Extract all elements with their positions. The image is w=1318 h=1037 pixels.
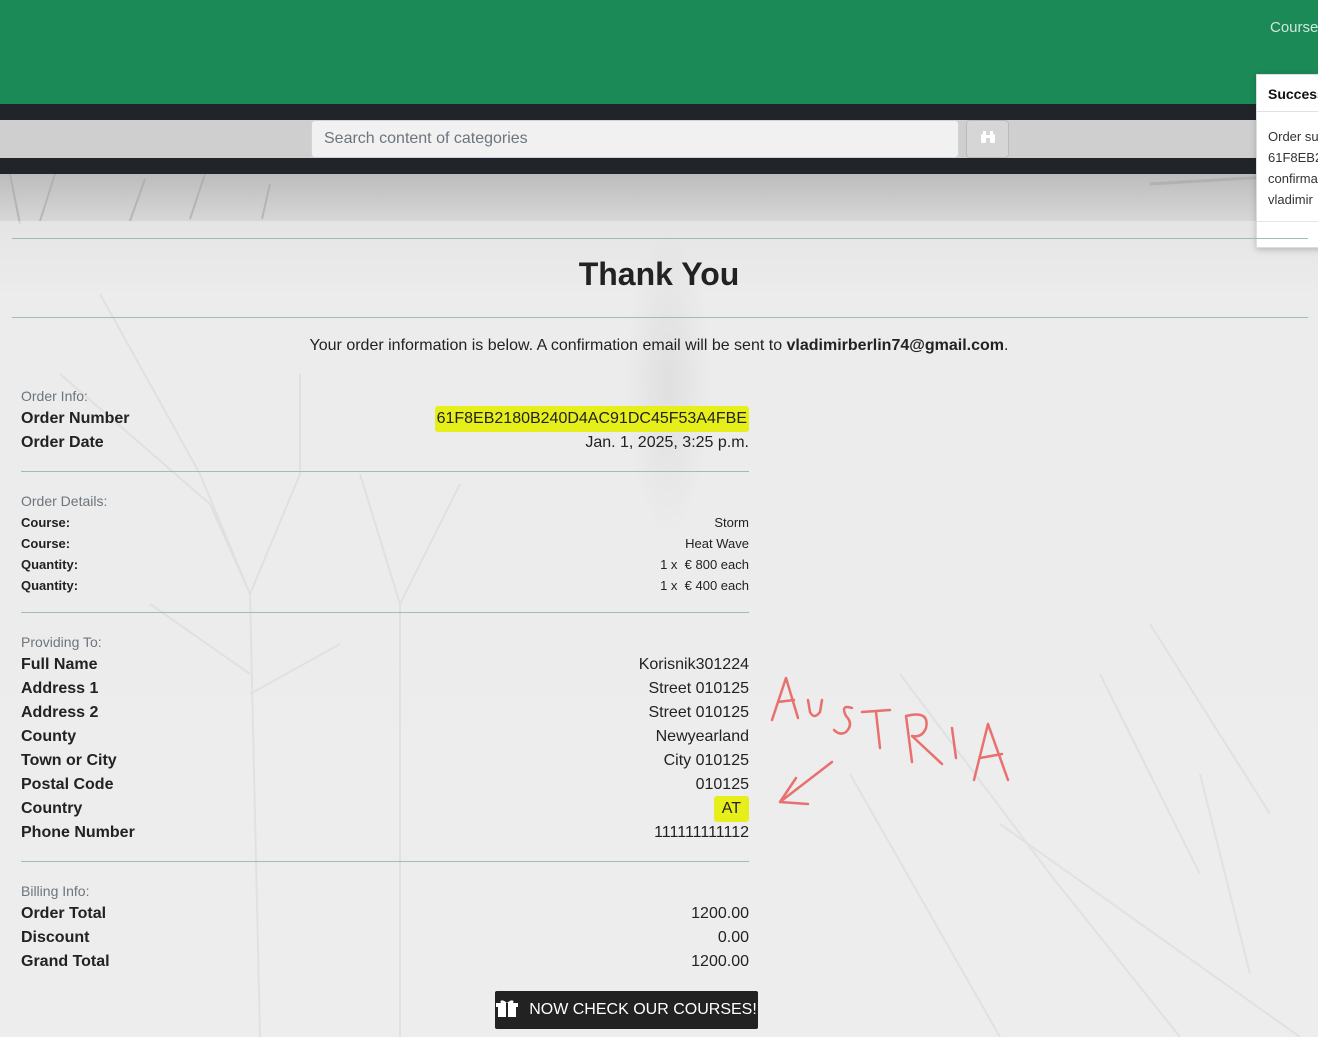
order-details-label: Order Details:	[21, 493, 108, 509]
check-courses-label: NOW CHECK OUR COURSES!	[529, 1001, 757, 1018]
order-date-key: Order Date	[21, 434, 104, 451]
detail-key: Quantity:	[21, 578, 79, 593]
field-key: Postal Code	[21, 776, 114, 793]
detail-key: Quantity:	[21, 557, 79, 572]
field-key: Full Name	[21, 656, 98, 673]
check-courses-button[interactable]: NOW CHECK OUR COURSES!	[495, 991, 758, 1029]
field-key: Address 1	[21, 680, 99, 697]
providing-row: Phone Number 111111111112	[21, 821, 749, 845]
lead-suffix: .	[1003, 337, 1009, 354]
providing-row: County Newyearland	[21, 725, 749, 749]
billing-key: Discount	[21, 929, 90, 946]
providing-to-label: Providing To:	[21, 634, 102, 650]
billing-key: Grand Total	[21, 953, 110, 970]
field-key: Town or City	[21, 752, 117, 769]
providing-row: Postal Code 010125	[21, 773, 749, 797]
providing-row: Town or City City 010125	[21, 749, 749, 773]
order-number-value: 61F8EB2180B240D4AC91DC45F53A4FBE	[434, 406, 749, 432]
page-title: Thank You	[578, 256, 740, 292]
nav-link-courses[interactable]: Course	[1270, 19, 1318, 36]
order-date-row: Order Date Jan. 1, 2025, 3:25 p.m.	[21, 431, 749, 455]
toast-line: 61F8EB2	[1268, 150, 1318, 165]
field-value: Korisnik301224	[638, 656, 749, 673]
field-value: Street 010125	[648, 680, 749, 697]
billing-row: Order Total 1200.00	[21, 902, 749, 926]
toast-line: confirma	[1268, 171, 1318, 186]
field-key: County	[21, 728, 77, 745]
detail-value: 1 x € 400 each	[660, 578, 749, 593]
billing-value: 1200.00	[691, 953, 749, 970]
billing-info-label: Billing Info:	[21, 883, 90, 899]
success-toast: Success Order su 61F8EB2 confirma vladim…	[1256, 74, 1318, 248]
providing-row: Address 1 Street 010125	[21, 677, 749, 701]
providing-row: Address 2 Street 010125	[21, 701, 749, 725]
order-number-row: Order Number 61F8EB2180B240D4AC91DC45F53…	[21, 406, 749, 432]
detail-value: Heat Wave	[685, 536, 749, 551]
order-detail-row: Course: Storm	[21, 512, 749, 533]
providing-row: Country AT	[21, 796, 749, 822]
order-number-key: Order Number	[21, 410, 130, 427]
divider	[21, 861, 749, 862]
field-value: City 010125	[663, 752, 749, 769]
billing-value: 1200.00	[691, 905, 749, 922]
divider	[12, 317, 1308, 318]
toast-footer	[1257, 221, 1318, 222]
field-key: Country	[21, 800, 83, 817]
toast-title: Success	[1257, 75, 1318, 112]
field-value: Street 010125	[648, 704, 749, 721]
order-detail-row: Quantity: 1 x € 800 each	[21, 554, 749, 575]
order-detail-row: Quantity: 1 x € 400 each	[21, 575, 749, 596]
detail-value: Storm	[714, 515, 749, 530]
field-value: 010125	[695, 776, 749, 793]
toast-line: Order su	[1268, 129, 1318, 144]
top-navbar: Course	[0, 0, 1318, 104]
billing-value: 0.00	[717, 929, 749, 946]
billing-row: Grand Total 1200.00	[21, 950, 749, 974]
field-value: Newyearland	[655, 728, 749, 745]
field-key: Address 2	[21, 704, 99, 721]
order-info-label: Order Info:	[21, 388, 88, 404]
detail-key: Course:	[21, 536, 71, 551]
divider	[21, 612, 749, 613]
divider	[21, 471, 749, 472]
confirmation-message: Your order information is below. A confi…	[0, 337, 1318, 355]
search-button[interactable]	[966, 120, 1009, 158]
field-key: Phone Number	[21, 824, 135, 841]
order-date-value: Jan. 1, 2025, 3:25 p.m.	[585, 434, 749, 451]
billing-row: Discount 0.00	[21, 926, 749, 950]
detail-key: Course:	[21, 515, 71, 530]
field-value: 111111111112	[654, 824, 749, 841]
handwritten-annotation	[766, 670, 1016, 820]
search-input[interactable]	[311, 120, 959, 158]
gift-icon	[496, 999, 519, 1022]
customer-email: vladimirberlin74@gmail.com	[786, 337, 1004, 354]
providing-row: Full Name Korisnik301224	[21, 653, 749, 677]
order-detail-row: Course: Heat Wave	[21, 533, 749, 554]
billing-key: Order Total	[21, 905, 107, 922]
divider	[12, 238, 1308, 239]
country-value: AT	[713, 796, 749, 822]
binoculars-icon	[980, 130, 996, 149]
lead-text: Your order information is below. A confi…	[309, 337, 787, 354]
toast-body: Order su 61F8EB2 confirma vladimir	[1257, 112, 1318, 224]
toast-line: vladimir	[1268, 192, 1313, 207]
detail-value: 1 x € 800 each	[660, 557, 749, 572]
